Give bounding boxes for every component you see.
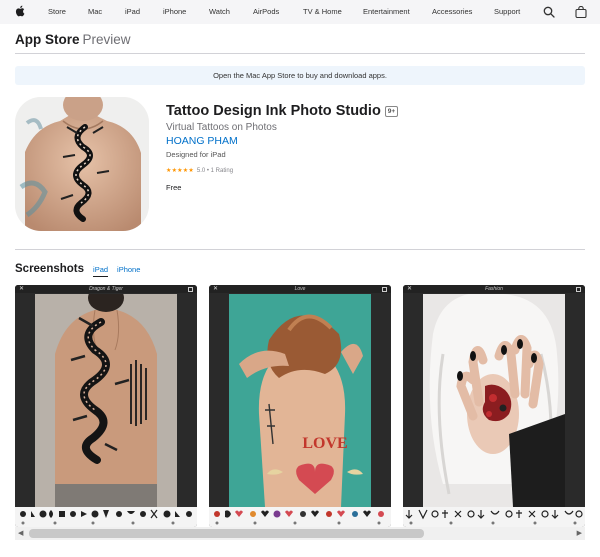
app-store-preview-title[interactable]: App Store Preview xyxy=(15,32,131,47)
tattoo-hand-photo xyxy=(423,294,565,507)
save-icon xyxy=(188,287,193,292)
rating-row: ★★★★★ 5.0 • 1 Rating xyxy=(166,167,586,175)
sticker-strip xyxy=(209,507,391,527)
nav-airpods[interactable]: AirPods xyxy=(253,7,279,16)
section-divider xyxy=(15,249,585,250)
localnav: App Store Preview xyxy=(15,32,585,54)
screenshot-caption: Fashion xyxy=(485,286,503,292)
star-rating-icon: ★★★★★ xyxy=(166,168,194,174)
age-rating-badge: 9+ xyxy=(384,105,399,117)
developer-link[interactable]: HOANG PHAM xyxy=(166,135,586,147)
nav-mac[interactable]: Mac xyxy=(88,7,102,16)
save-icon xyxy=(576,287,581,292)
nav-accessories[interactable]: Accessories xyxy=(432,7,472,16)
price-label: Free xyxy=(166,183,182,192)
screenshot-2[interactable]: ✕ Love LOVE xyxy=(209,285,391,527)
screenshot-toolbar: ✕ Love xyxy=(209,285,391,293)
screenshot-toolbar: ✕ Dragon & Tiger xyxy=(15,285,197,293)
app-icon xyxy=(15,97,149,231)
product-header: Tattoo Design Ink Photo Studio 9+ Virtua… xyxy=(166,103,586,192)
app-title: Tattoo Design Ink Photo Studio xyxy=(166,103,381,119)
rating-text: 5.0 • 1 Rating xyxy=(196,167,234,174)
tattoo-back-photo xyxy=(35,294,177,507)
screenshots-scrollbar[interactable]: ◀ ▶ xyxy=(15,527,585,540)
sticker-strip xyxy=(403,507,585,527)
screenshot-toolbar: ✕ Fashion xyxy=(403,285,585,293)
scroll-right-icon[interactable]: ▶ xyxy=(577,529,582,537)
screenshot-3[interactable]: ✕ Fashion xyxy=(403,285,585,527)
localnav-title: App Store xyxy=(15,32,80,47)
nav-iphone[interactable]: iPhone xyxy=(163,7,186,16)
nav-watch[interactable]: Watch xyxy=(209,7,230,16)
screenshot-1[interactable]: ✕ Dragon & Tiger xyxy=(15,285,197,527)
search-icon[interactable] xyxy=(543,6,555,18)
svg-text:LOVE: LOVE xyxy=(302,435,347,452)
global-nav: Store Mac iPad iPhone Watch AirPods TV &… xyxy=(0,0,600,24)
sticker-strip xyxy=(15,507,197,527)
screenshot-caption: Dragon & Tiger xyxy=(89,286,123,292)
scrollbar-thumb[interactable] xyxy=(29,529,424,538)
localnav-subtitle: Preview xyxy=(82,32,131,47)
nav-ipad[interactable]: iPad xyxy=(125,7,140,16)
screenshot-caption: Love xyxy=(294,286,306,292)
scroll-left-icon[interactable]: ◀ xyxy=(18,529,23,537)
nav-entertainment[interactable]: Entertainment xyxy=(363,7,410,16)
screenshots-title: Screenshots xyxy=(15,263,85,275)
nav-tv-home[interactable]: TV & Home xyxy=(303,7,342,16)
tab-ipad[interactable]: iPad xyxy=(93,265,109,277)
open-mac-app-store-banner[interactable]: Open the Mac App Store to buy and downlo… xyxy=(15,66,585,85)
bag-icon[interactable] xyxy=(575,6,587,18)
tattoo-love-photo: LOVE xyxy=(229,294,371,507)
nav-store[interactable]: Store xyxy=(48,7,66,16)
app-title-row: Tattoo Design Ink Photo Studio 9+ xyxy=(166,103,586,119)
app-subtitle: Virtual Tattoos on Photos xyxy=(166,122,277,133)
save-icon xyxy=(382,287,387,292)
designed-for-label: Designed for iPad xyxy=(166,150,226,159)
apple-logo-icon[interactable] xyxy=(14,5,26,17)
screenshots-header: Screenshots iPad iPhone xyxy=(15,263,149,277)
tab-iphone[interactable]: iPhone xyxy=(117,265,140,276)
nav-support[interactable]: Support xyxy=(494,7,520,16)
